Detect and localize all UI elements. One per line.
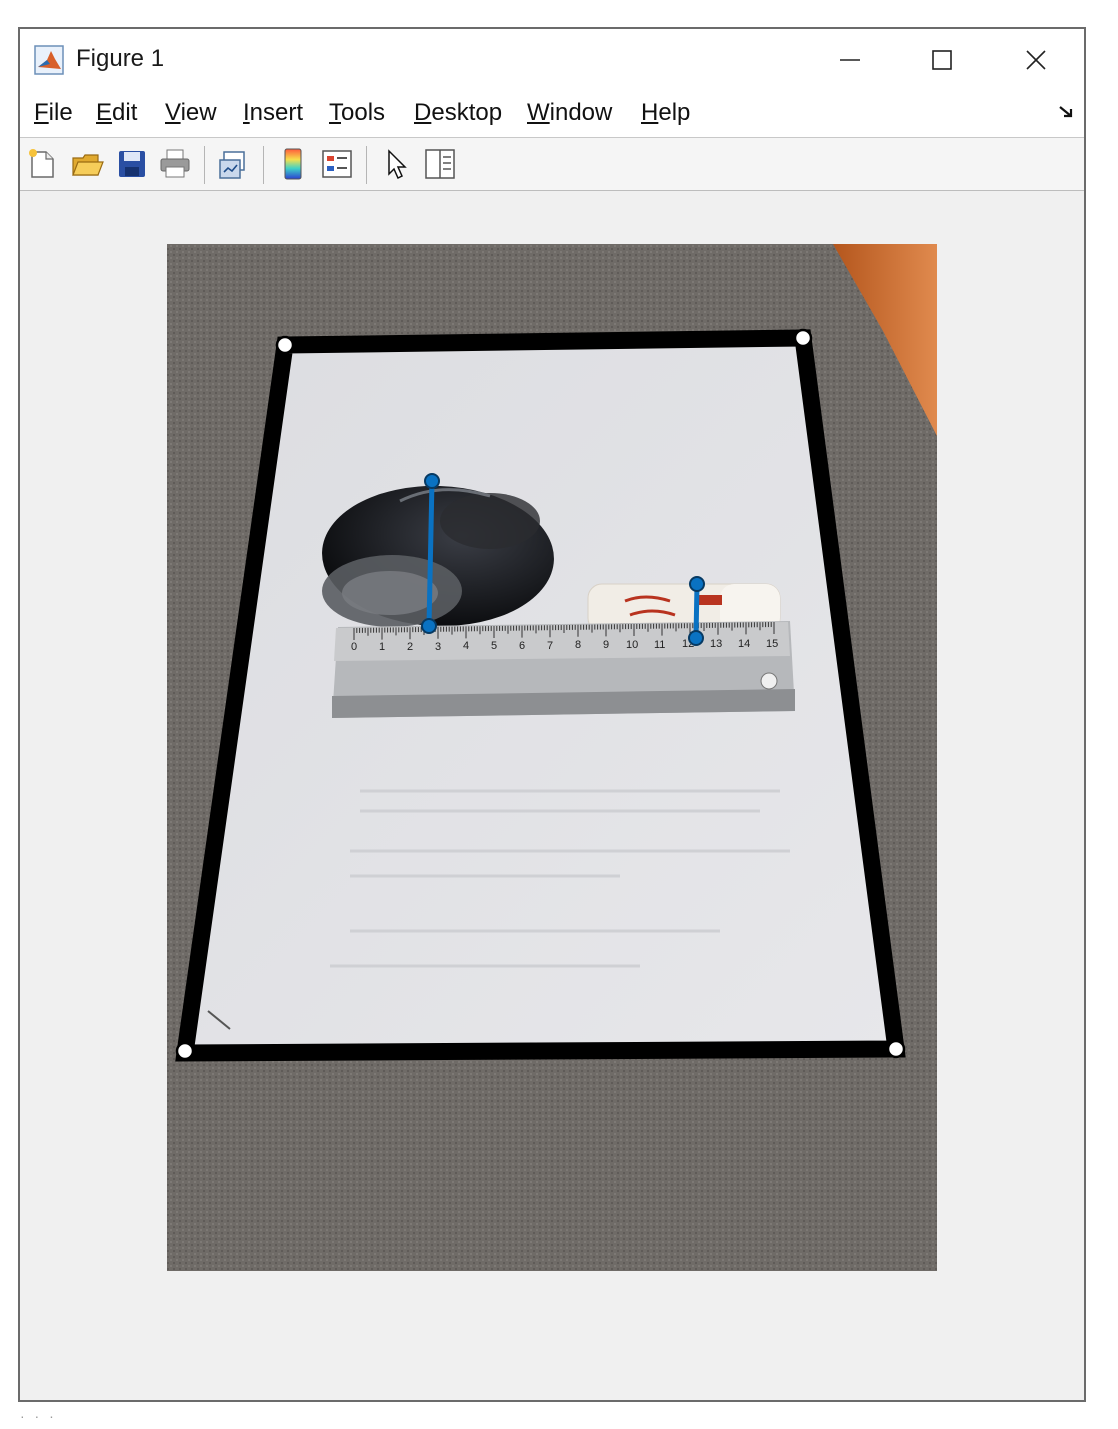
axes-image[interactable]: 0 1 2 3 4 5 6 7 8 9 10 11 12 13 14 15 bbox=[20, 191, 1086, 1402]
corner-handle-top-left[interactable] bbox=[275, 335, 295, 355]
maximize-button[interactable] bbox=[896, 29, 988, 91]
window-title: Figure 1 bbox=[76, 45, 165, 72]
ruler-tick-label: 10 bbox=[626, 639, 638, 651]
toolbar-separator bbox=[204, 146, 205, 184]
new-figure-icon[interactable] bbox=[26, 146, 60, 182]
maximize-icon bbox=[932, 50, 952, 70]
ruler-tick-label: 2 bbox=[407, 641, 413, 653]
menu-edit[interactable]: Edit bbox=[96, 99, 137, 127]
toolbar-separator bbox=[366, 146, 367, 184]
open-file-icon[interactable] bbox=[70, 146, 104, 182]
close-icon bbox=[1026, 50, 1046, 70]
link-plot-icon[interactable] bbox=[216, 146, 250, 182]
corner-handle-bottom-right[interactable] bbox=[886, 1039, 906, 1059]
matlab-logo-icon bbox=[34, 45, 64, 75]
colorbar-icon[interactable] bbox=[276, 146, 310, 182]
ruler: 0 1 2 3 4 5 6 7 8 9 10 11 12 13 14 15 bbox=[332, 621, 795, 718]
menu-insert[interactable]: Insert bbox=[243, 99, 303, 127]
minimize-icon bbox=[840, 59, 860, 61]
legend-icon[interactable] bbox=[320, 146, 354, 182]
toolbar-separator bbox=[263, 146, 264, 184]
ruler-tick-label: 7 bbox=[547, 640, 553, 652]
figure-toolbar bbox=[20, 138, 1084, 191]
ruler-tick-label: 15 bbox=[766, 638, 778, 650]
edit-plot-arrow-icon[interactable] bbox=[380, 146, 414, 182]
dock-figure-icon[interactable] bbox=[1058, 105, 1074, 119]
menu-bar: File Edit View Insert Tools Desktop Wind… bbox=[20, 91, 1084, 138]
ruler-tick-label: 6 bbox=[519, 640, 525, 652]
menu-file[interactable]: File bbox=[34, 99, 73, 127]
minimize-button[interactable] bbox=[804, 29, 896, 91]
title-bar[interactable]: Figure 1 bbox=[20, 29, 1084, 91]
menu-help[interactable]: Help bbox=[641, 99, 690, 127]
ruler-tick-label: 5 bbox=[491, 640, 497, 652]
ruler-tick-label: 4 bbox=[463, 640, 469, 652]
figure-window: Figure 1 File Edit View Insert Tools Des… bbox=[18, 27, 1086, 1402]
ruler-tick-label: 14 bbox=[738, 638, 750, 650]
ruler-tick-label: 1 bbox=[379, 641, 385, 653]
print-icon[interactable] bbox=[158, 146, 192, 182]
close-button[interactable] bbox=[990, 29, 1082, 91]
figure-canvas[interactable]: 0 1 2 3 4 5 6 7 8 9 10 11 12 13 14 15 bbox=[20, 191, 1086, 1402]
ruler-tick-label: 3 bbox=[435, 641, 441, 653]
corner-handle-bottom-left[interactable] bbox=[175, 1041, 195, 1061]
measure-handle-balm-top[interactable] bbox=[689, 576, 705, 592]
measure-handle-mouse-top[interactable] bbox=[424, 473, 440, 489]
ruler-tick-label: 11 bbox=[654, 639, 665, 651]
ruler-tick-label: 13 bbox=[710, 638, 722, 650]
menu-tools[interactable]: Tools bbox=[329, 99, 385, 127]
corner-handle-top-right[interactable] bbox=[793, 328, 813, 348]
menu-window[interactable]: Window bbox=[527, 99, 612, 127]
measure-handle-mouse-bottom[interactable] bbox=[421, 618, 437, 634]
ruler-tick-label: 9 bbox=[603, 639, 609, 651]
menu-desktop[interactable]: Desktop bbox=[414, 99, 502, 127]
measure-handle-balm-bottom[interactable] bbox=[688, 630, 704, 646]
save-icon[interactable] bbox=[115, 146, 149, 182]
status-text: · · · bbox=[20, 1408, 57, 1424]
ruler-tick-label: 0 bbox=[351, 641, 357, 653]
property-inspector-icon[interactable] bbox=[423, 146, 457, 182]
ruler-tick-label: 8 bbox=[575, 639, 581, 651]
menu-view[interactable]: View bbox=[165, 99, 217, 127]
